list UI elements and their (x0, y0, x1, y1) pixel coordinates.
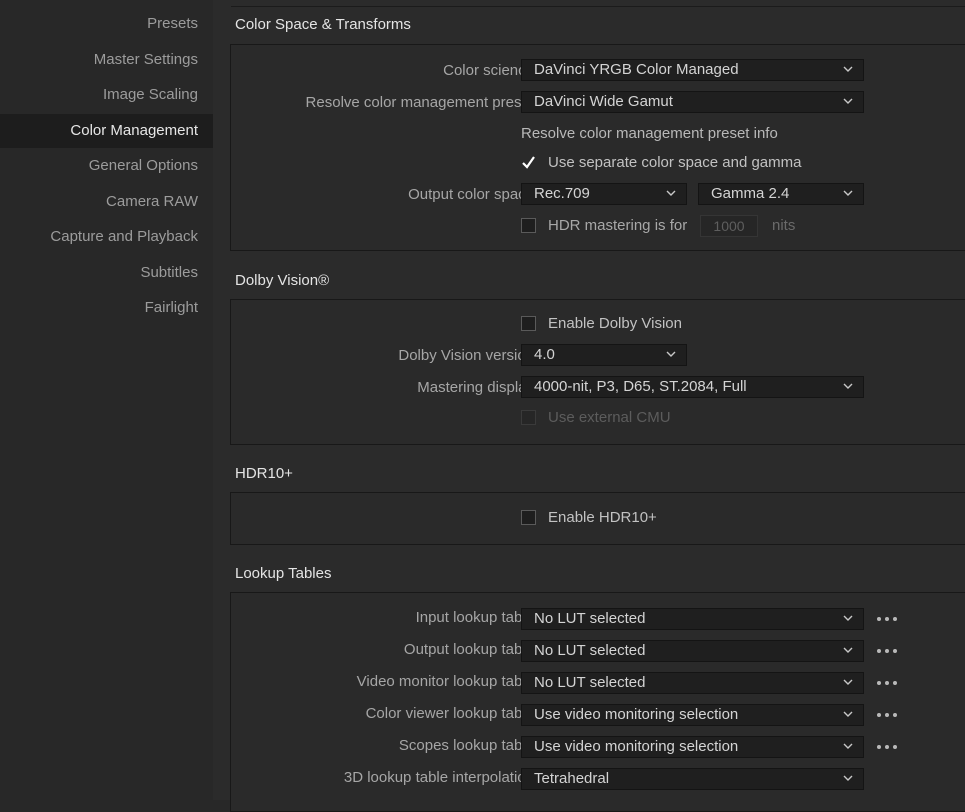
lut-row-value: Tetrahedral (534, 770, 610, 787)
section-title-color-space: Color Space & Transforms (235, 16, 411, 33)
output-color-space-dropdown[interactable]: Rec.709 (521, 183, 687, 205)
hdr-nits-field[interactable]: 1000 (700, 215, 758, 237)
chevron-down-icon (666, 351, 676, 357)
separate-color-space-checkbox[interactable] (521, 155, 536, 170)
section-title-dolby-vision: Dolby Vision® (235, 272, 330, 289)
lut-row-label: Output lookup table (403, 641, 534, 658)
sidebar-item-color-management[interactable]: Color Management (0, 114, 213, 148)
checkmark-icon (522, 156, 535, 169)
output-gamma-value: Gamma 2.4 (711, 185, 790, 202)
more-options-icon[interactable] (877, 646, 899, 656)
lut-row-label: Input lookup table (415, 609, 534, 626)
chevron-down-icon (843, 190, 853, 196)
output-gamma-dropdown[interactable]: Gamma 2.4 (698, 183, 864, 205)
mastering-display-dropdown[interactable]: 4000-nit, P3, D65, ST.2084, Full (521, 376, 864, 398)
hdr-mastering-checkbox[interactable] (521, 218, 536, 233)
chevron-down-icon (843, 98, 853, 104)
output-color-space-label: Output color space (408, 186, 534, 203)
lut-row-label: 3D lookup table interpolation (343, 769, 534, 786)
external-cmu-label: Use external CMU (548, 409, 671, 426)
preset-info-link[interactable]: Resolve color management preset info (521, 125, 778, 142)
lut-row-value: Use video monitoring selection (534, 738, 739, 755)
lut-row-value: No LUT selected (534, 674, 646, 691)
settings-sidebar: Presets Master Settings Image Scaling Co… (0, 0, 213, 800)
enable-hdr10plus-label: Enable HDR10+ (548, 509, 657, 526)
sidebar-item-camera-raw[interactable]: Camera RAW (0, 185, 213, 219)
mastering-display-value: 4000-nit, P3, D65, ST.2084, Full (534, 378, 747, 395)
more-options-icon[interactable] (877, 710, 899, 720)
enable-hdr10plus-checkbox[interactable] (521, 510, 536, 525)
hdr10plus-panel: Enable HDR10+ (230, 492, 965, 545)
sidebar-item-image-scaling[interactable]: Image Scaling (0, 78, 213, 112)
color-viewer-lut-dropdown[interactable]: Use video monitoring selection (521, 704, 864, 726)
hdr-nits-unit: nits (772, 217, 796, 234)
dolby-version-dropdown[interactable]: 4.0 (521, 344, 687, 366)
section-title-lookup-tables: Lookup Tables (235, 565, 332, 582)
top-divider (231, 6, 965, 7)
dolby-version-value: 4.0 (534, 346, 555, 363)
enable-dolby-vision-label: Enable Dolby Vision (548, 315, 682, 332)
lookup-tables-panel: Input lookup table No LUT selected Outpu… (230, 592, 965, 812)
color-space-panel: Color science DaVinci YRGB Color Managed… (230, 44, 965, 251)
preset-label: Resolve color management preset (305, 94, 534, 111)
output-lut-dropdown[interactable]: No LUT selected (521, 640, 864, 662)
color-science-value: DaVinci YRGB Color Managed (534, 61, 739, 78)
chevron-down-icon (843, 711, 853, 717)
chevron-down-icon (843, 743, 853, 749)
separate-color-space-label: Use separate color space and gamma (548, 154, 802, 171)
sidebar-item-general-options[interactable]: General Options (0, 149, 213, 183)
lut-interpolation-dropdown[interactable]: Tetrahedral (521, 768, 864, 790)
lut-row-value: Use video monitoring selection (534, 706, 739, 723)
lut-row-label: Video monitor lookup table (356, 673, 534, 690)
sidebar-item-master-settings[interactable]: Master Settings (0, 43, 213, 77)
chevron-down-icon (843, 66, 853, 72)
external-cmu-checkbox (521, 410, 536, 425)
sidebar-item-presets[interactable]: Presets (0, 7, 213, 41)
more-options-icon[interactable] (877, 742, 899, 752)
hdr-mastering-label: HDR mastering is for (548, 217, 688, 234)
chevron-down-icon (843, 615, 853, 621)
settings-main-panel: Color Space & Transforms Color science D… (213, 0, 965, 812)
lut-row-value: No LUT selected (534, 610, 646, 627)
chevron-down-icon (843, 383, 853, 389)
mastering-display-label: Mastering display (417, 379, 534, 396)
video-monitor-lut-dropdown[interactable]: No LUT selected (521, 672, 864, 694)
dolby-vision-panel: Enable Dolby Vision Dolby Vision version… (230, 299, 965, 445)
input-lut-dropdown[interactable]: No LUT selected (521, 608, 864, 630)
chevron-down-icon (843, 647, 853, 653)
enable-dolby-vision-checkbox[interactable] (521, 316, 536, 331)
lut-row-label: Color viewer lookup table (365, 705, 534, 722)
chevron-down-icon (666, 190, 676, 196)
sidebar-item-fairlight[interactable]: Fairlight (0, 291, 213, 325)
chevron-down-icon (843, 775, 853, 781)
lut-row-value: No LUT selected (534, 642, 646, 659)
color-science-dropdown[interactable]: DaVinci YRGB Color Managed (521, 59, 864, 81)
scopes-lut-dropdown[interactable]: Use video monitoring selection (521, 736, 864, 758)
lut-row-label: Scopes lookup table (398, 737, 534, 754)
chevron-down-icon (843, 679, 853, 685)
preset-dropdown[interactable]: DaVinci Wide Gamut (521, 91, 864, 113)
sidebar-item-capture-playback[interactable]: Capture and Playback (0, 220, 213, 254)
sidebar-item-subtitles[interactable]: Subtitles (0, 256, 213, 290)
preset-value: DaVinci Wide Gamut (534, 93, 673, 110)
output-color-space-value: Rec.709 (534, 185, 590, 202)
more-options-icon[interactable] (877, 678, 899, 688)
more-options-icon[interactable] (877, 614, 899, 624)
section-title-hdr10plus: HDR10+ (235, 465, 293, 482)
dolby-version-label: Dolby Vision version (398, 347, 534, 364)
